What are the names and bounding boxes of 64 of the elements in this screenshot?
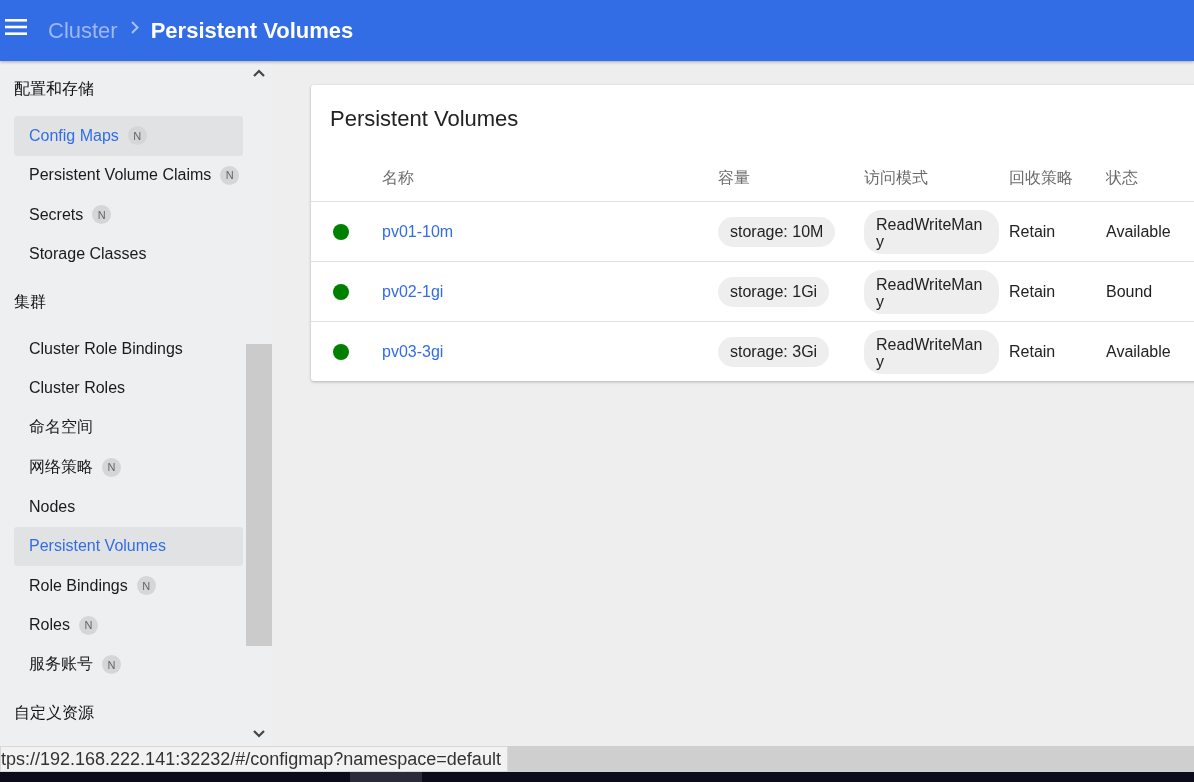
table-cell: Retain [1009, 342, 1056, 361]
nav-item[interactable]: Persistent Volume Claims N [14, 155, 243, 195]
nav-label[interactable]: 服务账号 [29, 654, 93, 676]
column-header: 回收策略 [1009, 167, 1074, 188]
chevron-icon [130, 21, 139, 34]
section-heading: 集群 [14, 292, 47, 312]
caret-up-icon[interactable] [253, 69, 265, 77]
capacity-chip: storage: 3Gi [718, 336, 830, 367]
nav-item[interactable]: Config Maps N [14, 116, 243, 156]
section-heading: 自定义资源 [14, 702, 95, 723]
nav-item[interactable]: 命名空间 [14, 408, 243, 448]
table-cell: Available [1106, 222, 1171, 241]
section-heading: 配置和存储 [14, 79, 95, 99]
nav-item[interactable]: 网络策略 N [14, 447, 243, 487]
column-header: 名称 [382, 167, 415, 188]
column-header: 访问模式 [864, 167, 929, 188]
nav-label[interactable]: 命名空间 [29, 417, 93, 439]
nav-item[interactable]: Nodes [14, 487, 243, 527]
nav-label[interactable]: Persistent Volumes [29, 537, 166, 556]
nav-item[interactable]: Cluster Role Bindings [14, 329, 243, 369]
menu-icon[interactable] [5, 19, 27, 35]
namespace-badge: N [136, 576, 156, 596]
namespace-badge: N [78, 615, 98, 635]
column-header: 容量 [718, 167, 751, 188]
nav-label[interactable]: 网络策略 [29, 456, 93, 478]
namespace-badge: N [102, 655, 121, 675]
namespace-badge: N [220, 165, 240, 185]
link-url-tooltip: tps://192.168.222.141:32232/#/configmap?namespace=default [0, 746, 508, 772]
nav-label[interactable]: Persistent Volume Claims [29, 166, 212, 185]
nav-label[interactable]: Nodes [29, 497, 76, 516]
access-mode-chip: ReadWriteMany [864, 209, 999, 254]
nav-item[interactable]: Roles N [14, 605, 243, 645]
nav-item[interactable]: 服务账号 N [14, 645, 243, 685]
volume-link[interactable]: pv02-1gi [382, 282, 444, 301]
nav-item[interactable]: Storage Classes [14, 234, 243, 274]
namespace-badge: N [102, 457, 121, 477]
namespace-badge: N [127, 126, 147, 146]
access-mode-chip: ReadWriteMany [864, 269, 999, 314]
table-cell: Available [1106, 342, 1171, 361]
nav-label[interactable]: Config Maps [29, 126, 119, 145]
nav-label[interactable]: Storage Classes [29, 245, 147, 264]
table-cell: Retain [1009, 222, 1056, 241]
namespace-badge: N [92, 205, 112, 225]
breadcrumb: Persistent Volumes [150, 17, 354, 44]
nav-item[interactable]: Role Bindings N [14, 566, 243, 606]
column-header: 状态 [1106, 167, 1139, 188]
caret-down-icon[interactable] [253, 730, 265, 738]
volume-link[interactable]: pv01-10m [382, 222, 454, 241]
capacity-chip: storage: 1Gi [718, 276, 830, 307]
scrollbar-thumb[interactable] [246, 344, 272, 646]
nav-item[interactable]: Cluster Roles [14, 368, 243, 408]
access-mode-chip: ReadWriteMany [864, 329, 999, 374]
card-title: Persistent Volumes [329, 105, 520, 133]
capacity-chip: storage: 10M [718, 216, 836, 247]
volume-link[interactable]: pv03-3gi [382, 342, 444, 361]
nav-label[interactable]: Roles [29, 616, 70, 635]
nav-label[interactable]: Secrets [29, 205, 84, 224]
table-cell: Bound [1106, 282, 1153, 301]
table-cell: Retain [1009, 282, 1056, 301]
nav-label[interactable]: Role Bindings [29, 576, 128, 595]
nav-item[interactable]: Secrets N [14, 195, 243, 235]
nav-label[interactable]: Cluster Roles [29, 379, 126, 398]
nav-item[interactable]: Persistent Volumes [14, 526, 243, 566]
nav-label[interactable]: Cluster Role Bindings [29, 339, 183, 358]
